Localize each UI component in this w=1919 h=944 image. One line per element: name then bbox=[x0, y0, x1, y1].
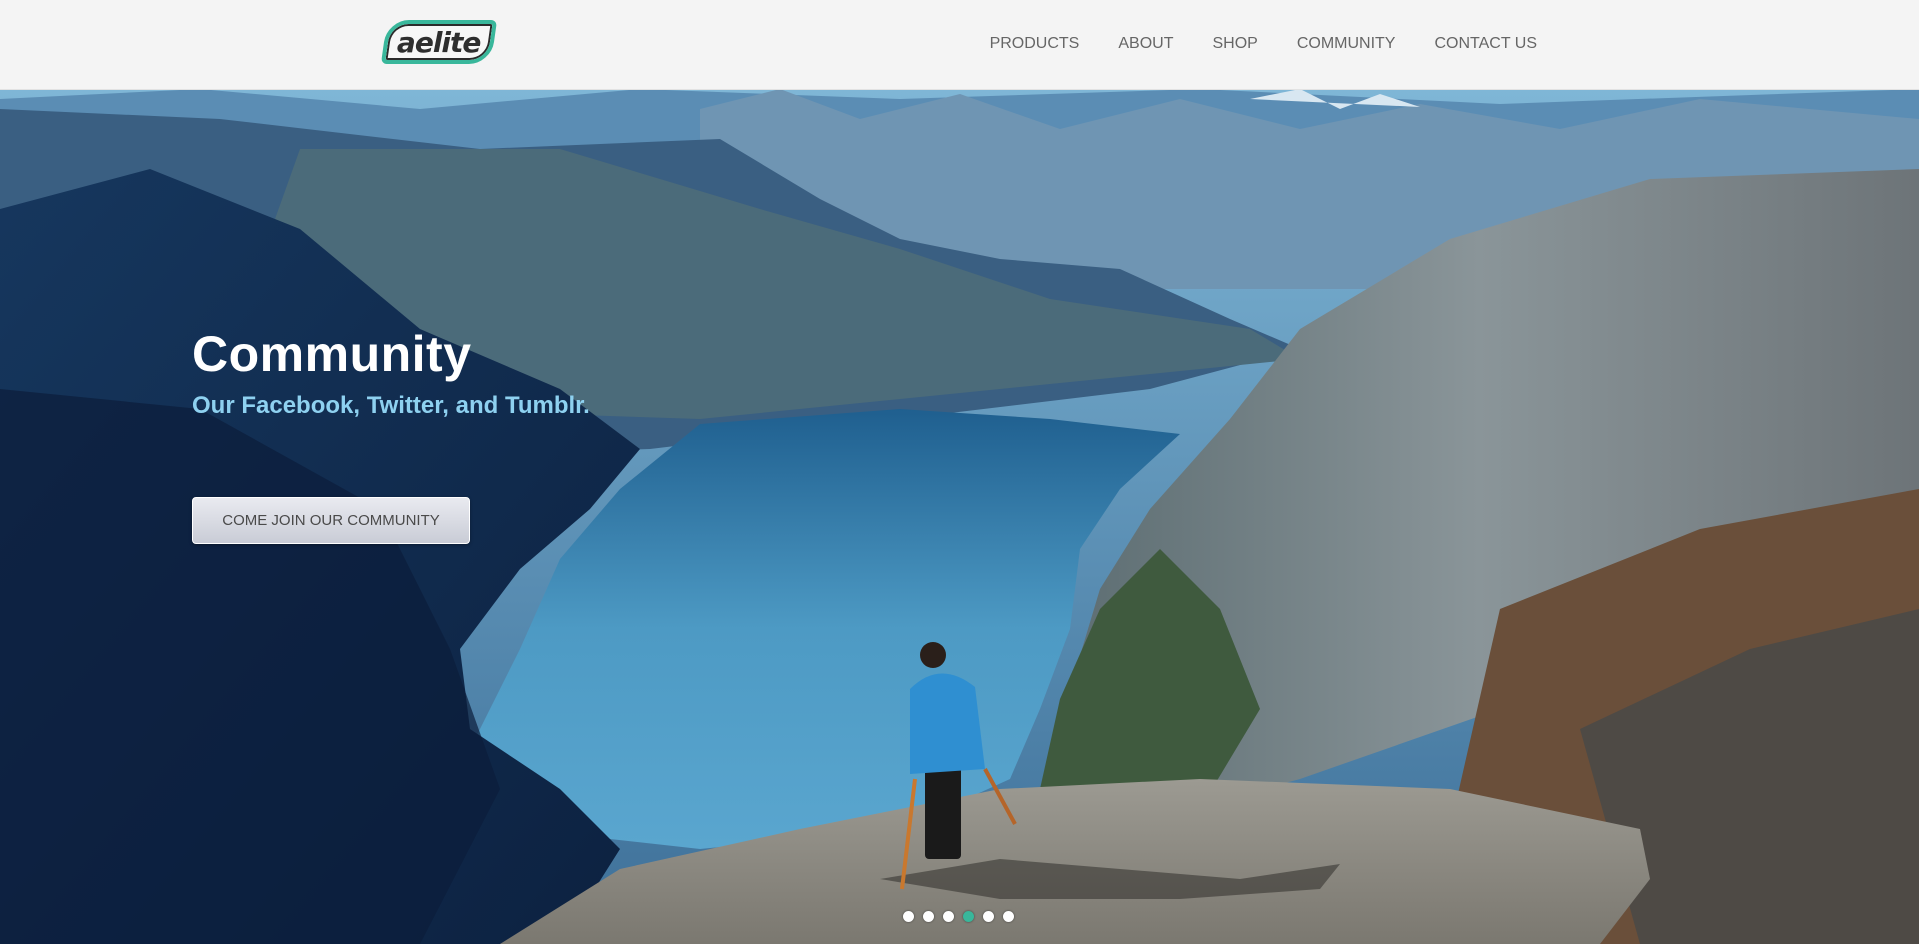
slider-dot[interactable] bbox=[983, 911, 994, 922]
hero-slider: Community Our Facebook, Twitter, and Tum… bbox=[0, 89, 1919, 944]
nav-item-contact-us[interactable]: CONTACT US bbox=[1434, 35, 1537, 53]
slider-pagination bbox=[903, 911, 1014, 922]
main-nav: PRODUCTS ABOUT SHOP COMMUNITY CONTACT US bbox=[990, 35, 1537, 53]
nav-item-community[interactable]: COMMUNITY bbox=[1297, 35, 1396, 53]
nav-item-about[interactable]: ABOUT bbox=[1118, 35, 1173, 53]
hero-title: Community bbox=[192, 326, 472, 382]
slider-dot[interactable] bbox=[903, 911, 914, 922]
slider-dot[interactable] bbox=[943, 911, 954, 922]
hero-subtitle: Our Facebook, Twitter, and Tumblr. bbox=[192, 392, 590, 419]
join-community-button[interactable]: COME JOIN OUR COMMUNITY bbox=[192, 497, 470, 544]
brand-logo[interactable]: aelite bbox=[380, 20, 498, 64]
nav-item-products[interactable]: PRODUCTS bbox=[990, 35, 1080, 53]
site-header: aelite PRODUCTS ABOUT SHOP COMMUNITY CON… bbox=[0, 0, 1919, 90]
slider-dot-active[interactable] bbox=[963, 911, 974, 922]
slider-dot[interactable] bbox=[1003, 911, 1014, 922]
nav-item-shop[interactable]: SHOP bbox=[1212, 35, 1257, 53]
slider-dot[interactable] bbox=[923, 911, 934, 922]
logo-text: aelite bbox=[397, 25, 481, 59]
